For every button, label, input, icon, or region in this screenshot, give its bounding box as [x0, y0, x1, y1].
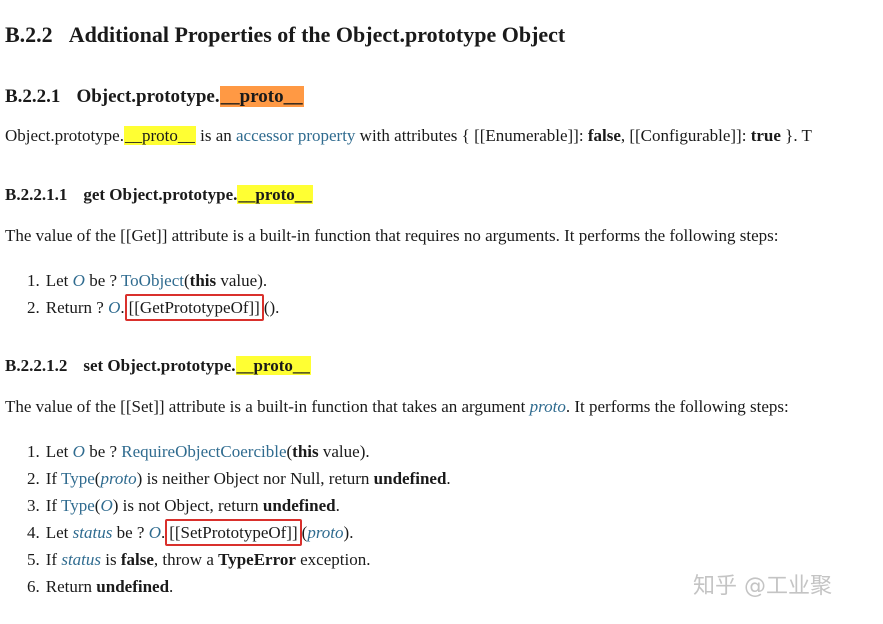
type-link[interactable]: Type — [61, 496, 95, 515]
setter-title-prefix: set Object.prototype. — [83, 356, 236, 375]
getter-title-prefix: get Object.prototype. — [83, 185, 238, 204]
setter-number: B.2.2.1.2 — [5, 356, 68, 375]
step-number: 3. — [27, 496, 40, 515]
step-text: . — [335, 496, 340, 515]
step-text: Return ? — [45, 298, 109, 317]
step-number: 2. — [27, 298, 40, 317]
getter-heading: B.2.2.1.1 get Object.prototype.__proto__ — [5, 185, 313, 205]
step-number: 2. — [27, 469, 40, 488]
list-item: 6. Return undefined. — [27, 573, 451, 600]
setter-steps: 1. Let O be ? RequireObjectCoercible(this… — [27, 438, 451, 600]
keyword-typeerror: TypeError — [218, 550, 296, 569]
variable-o: O — [108, 298, 121, 317]
subsection-number: B.2.2.1 — [5, 86, 61, 107]
setter-heading: B.2.2.1.2 set Object.prototype.__proto__ — [5, 356, 311, 376]
toobject-link[interactable]: ToObject — [121, 271, 184, 290]
getter-description: The value of the [[Get]] attribute is a … — [5, 226, 779, 245]
list-item: 3. If Type(O) is not Object, return undef… — [27, 492, 451, 519]
spec-document: B.2.2 Additional Properties of the Object… — [0, 0, 883, 624]
step-number: 4. — [27, 523, 40, 542]
intro-paragraph: Object.prototype.__proto__ is an accesso… — [5, 126, 812, 146]
step-text: ) is not Object, return — [112, 496, 263, 515]
requireobjectcoercible-link[interactable]: RequireObjectCoercible — [121, 442, 286, 461]
intro-text: with attributes { [[Enumerable]]: — [355, 126, 588, 145]
step-number: 5. — [27, 550, 40, 569]
section-heading: B.2.2 Additional Properties of the Object… — [5, 22, 565, 48]
step-text: is — [101, 550, 121, 569]
keyword-undefined: undefined — [96, 577, 170, 596]
keyword-this: this — [189, 271, 217, 290]
section-title: Additional Properties of the Object.prot… — [68, 22, 566, 47]
step-text: (). — [263, 298, 280, 317]
setter-desc-text: The value of the [[Set]] attribute is a … — [5, 397, 530, 416]
step-text: If — [45, 550, 62, 569]
list-item: 1. Let O be ? ToObject(this value). — [27, 267, 279, 294]
accessor-property-link[interactable]: accessor property — [236, 126, 355, 145]
list-item: 4. Let status be ? O. [[SetPrototypeOf]] (p… — [27, 519, 451, 546]
step-text: value). — [318, 442, 370, 461]
step-text: Let — [45, 523, 73, 542]
keyword-undefined: undefined — [373, 469, 447, 488]
intro-text: is an — [195, 126, 236, 145]
variable-proto: proto — [307, 523, 344, 542]
variable-status: status — [72, 523, 113, 542]
step-text: be ? — [84, 271, 121, 290]
step-text: exception. — [295, 550, 371, 569]
getter-title-highlight: __proto__ — [237, 185, 313, 204]
step-number: 6. — [27, 577, 40, 596]
subsection-title-highlight: __proto__ — [219, 86, 304, 107]
step-number: 1. — [27, 271, 40, 290]
intro-highlight: __proto__ — [123, 126, 196, 145]
getter-number: B.2.2.1.1 — [5, 185, 68, 204]
step-text: . — [120, 298, 125, 317]
setprototypeof-highlight-box: [[SetPrototypeOf]] — [165, 519, 302, 546]
keyword-false: false — [120, 550, 154, 569]
section-number: B.2.2 — [5, 22, 53, 47]
variable-o: O — [100, 496, 113, 515]
list-item: 2. If Type(proto) is neither Object nor N… — [27, 465, 451, 492]
step-text: Return — [45, 577, 97, 596]
step-text: ) is neither Object nor Null, return — [136, 469, 374, 488]
type-link[interactable]: Type — [61, 469, 95, 488]
subsection-heading: B.2.2.1 Object.prototype.__proto__ — [5, 86, 304, 108]
step-text: be ? — [112, 523, 149, 542]
setter-desc-text: . It performs the following steps: — [565, 397, 789, 416]
variable-proto: proto — [100, 469, 137, 488]
zhihu-watermark: 知乎 @工业聚 — [693, 574, 832, 599]
intro-text: , [[Configurable]]: — [620, 126, 751, 145]
variable-status: status — [61, 550, 102, 569]
keyword-this: this — [292, 442, 319, 461]
variable-o: O — [72, 271, 85, 290]
setter-description: The value of the [[Set]] attribute is a … — [5, 397, 789, 417]
step-text: be ? — [84, 442, 122, 461]
step-text: Let — [45, 442, 73, 461]
variable-o: O — [148, 523, 161, 542]
step-text: value). — [216, 271, 268, 290]
step-text: , throw a — [153, 550, 219, 569]
intro-text: Object.prototype. — [5, 126, 124, 145]
variable-o: O — [72, 442, 85, 461]
subsection-title-prefix: Object.prototype. — [76, 86, 220, 107]
setter-title-highlight: __proto__ — [235, 356, 311, 375]
list-item: 1. Let O be ? RequireObjectCoercible(this… — [27, 438, 451, 465]
step-text: If — [45, 496, 62, 515]
step-text: If — [45, 469, 62, 488]
enumerable-value: false — [587, 126, 621, 145]
configurable-value: true — [750, 126, 781, 145]
keyword-undefined: undefined — [262, 496, 336, 515]
step-text: Let — [45, 271, 73, 290]
step-number: 1. — [27, 442, 40, 461]
step-text: . — [169, 577, 174, 596]
list-item: 2. Return ? O. [[GetPrototypeOf]] (). — [27, 294, 279, 321]
getter-steps: 1. Let O be ? ToObject(this value). 2. Ret… — [27, 267, 279, 321]
variable-proto: proto — [529, 397, 566, 416]
step-text: . — [446, 469, 451, 488]
step-text: ). — [343, 523, 354, 542]
getprototypeof-highlight-box: [[GetPrototypeOf]] — [124, 294, 264, 321]
list-item: 5. If status is false, throw a TypeError … — [27, 546, 451, 573]
intro-text: }. T — [780, 126, 812, 145]
